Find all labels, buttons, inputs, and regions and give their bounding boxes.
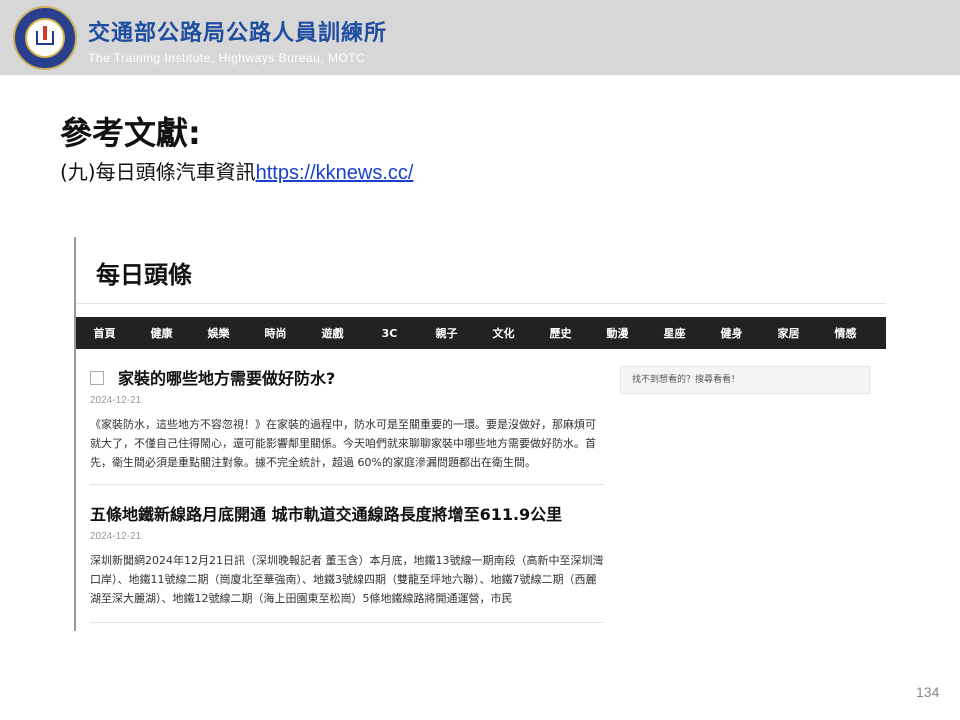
nav-item[interactable]: 娛樂 bbox=[190, 325, 247, 341]
nav-item[interactable]: 健康 bbox=[133, 325, 190, 341]
article-item: 五條地鐵新線路月底開通 城市軌道交通線路長度將增至611.9公里 2024-12… bbox=[90, 501, 604, 608]
screenshot-left-border bbox=[74, 237, 76, 631]
nav-item[interactable]: 首頁 bbox=[76, 325, 133, 341]
nav-item[interactable]: 親子 bbox=[418, 325, 475, 341]
institute-logo bbox=[13, 6, 77, 70]
article-excerpt: 《家裝防水，這些地方不容忽視！》在家裝的過程中，防水可是至關重要的一環。要是沒做… bbox=[90, 418, 596, 469]
article-title[interactable]: 家裝的哪些地方需要做好防水? bbox=[90, 365, 604, 389]
header-subtitle: The Training Institute, Highways Bureau,… bbox=[88, 51, 366, 65]
article-title-text[interactable]: 家裝的哪些地方需要做好防水? bbox=[118, 369, 335, 388]
header-title: 交通部公路局公路人員訓練所 bbox=[88, 21, 388, 46]
category-nav: 首頁 健康 娛樂 時尚 遊戲 3C 親子 文化 歷史 動漫 星座 健身 家居 情… bbox=[76, 317, 886, 349]
nav-item[interactable]: 健身 bbox=[703, 325, 760, 341]
page-number: 134 bbox=[916, 684, 940, 700]
article-excerpt: 深圳新聞網2024年12月21日訊（深圳晚報記者 董玉含）本月底，地鐵13號線一… bbox=[90, 554, 604, 605]
article-date: 2024-12-21 bbox=[90, 531, 142, 542]
broken-image-icon bbox=[90, 370, 104, 385]
divider bbox=[90, 484, 604, 485]
embedded-screenshot: 每日頭條 首頁 健康 娛樂 時尚 遊戲 3C 親子 文化 歷史 動漫 星座 健身… bbox=[74, 237, 886, 633]
article-item: 家裝的哪些地方需要做好防水? 2024-12-21 《家裝防水，這些地方不容忽視… bbox=[90, 365, 604, 472]
nav-item[interactable]: 文化 bbox=[475, 325, 532, 341]
nav-item[interactable]: 3C bbox=[361, 327, 418, 340]
divider bbox=[90, 622, 604, 623]
nav-item[interactable]: 動漫 bbox=[589, 325, 646, 341]
nav-item[interactable]: 歷史 bbox=[532, 325, 589, 341]
nav-item[interactable]: 時尚 bbox=[247, 325, 304, 341]
nav-item[interactable]: 家居 bbox=[760, 325, 817, 341]
nav-item[interactable]: 遊戲 bbox=[304, 325, 361, 341]
slide-title: 參考文獻: bbox=[60, 114, 201, 152]
reference-line: (九)每日頭條汽車資訊https://kknews.cc/ bbox=[60, 156, 413, 185]
nav-item[interactable]: 科 bbox=[874, 325, 886, 341]
search-box[interactable]: 找不到想看的？搜尋看看！ bbox=[620, 366, 870, 394]
reference-link[interactable]: https://kknews.cc/ bbox=[256, 162, 414, 184]
article-title[interactable]: 五條地鐵新線路月底開通 城市軌道交通線路長度將增至611.9公里 bbox=[90, 501, 604, 525]
nav-item[interactable]: 星座 bbox=[646, 325, 703, 341]
nav-item[interactable]: 情感 bbox=[817, 325, 874, 341]
header-band: 交通部公路局公路人員訓練所 The Training Institute, Hi… bbox=[0, 0, 960, 75]
divider bbox=[74, 303, 886, 304]
article-date: 2024-12-21 bbox=[90, 395, 142, 406]
site-name[interactable]: 每日頭條 bbox=[96, 255, 192, 290]
reference-prefix: (九)每日頭條汽車資訊 bbox=[60, 160, 256, 184]
